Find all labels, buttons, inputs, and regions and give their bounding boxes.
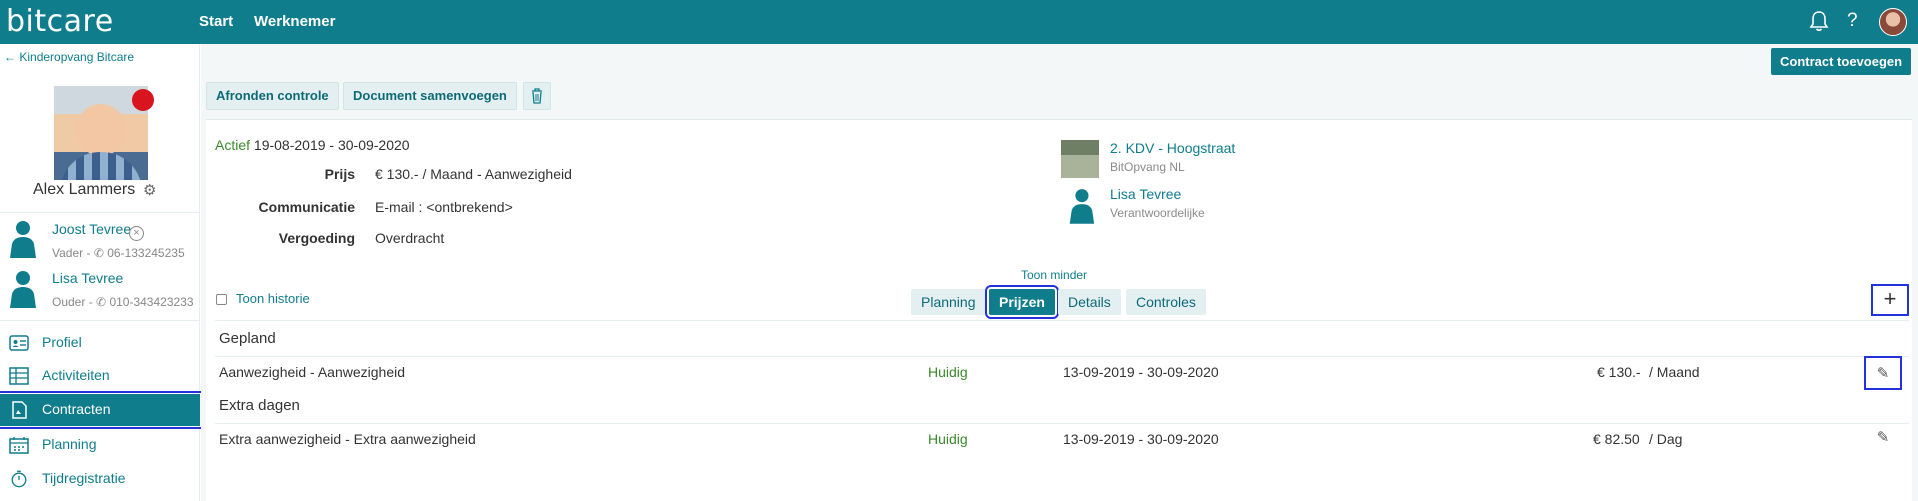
price-period: 13-09-2019 - 30-09-2020 xyxy=(1063,431,1219,447)
merge-documents-button[interactable]: Document samenvoegen xyxy=(343,82,517,110)
pencil-icon: ✎ xyxy=(1876,429,1890,446)
field-label: Prijs xyxy=(324,166,355,182)
sidebar-item-activiteiten[interactable]: Activiteiten xyxy=(0,360,200,392)
sidebar-item-tijdregistratie[interactable]: Tijdregistratie xyxy=(0,463,200,495)
user-avatar[interactable] xyxy=(1879,8,1907,36)
parent-role: Ouder xyxy=(52,295,86,309)
add-contract-button[interactable]: Contract toevoegen xyxy=(1771,48,1912,75)
sidebar-item-profiel[interactable]: Profiel xyxy=(0,327,200,359)
divider xyxy=(0,320,200,321)
person-icon xyxy=(1069,189,1095,224)
parent-name[interactable]: Joost Tevree xyxy=(52,221,131,237)
section-title: Gepland xyxy=(219,330,276,347)
field-label: Communicatie xyxy=(258,199,355,215)
field-label: Vergoeding xyxy=(278,230,355,246)
parent-info: Ouder - ✆ 010-343423233 xyxy=(52,295,194,309)
stopwatch-icon xyxy=(11,470,27,488)
back-link-label: Kinderopvang Bitcare xyxy=(19,50,135,64)
field-value: E-mail : <ontbrekend> xyxy=(375,199,513,215)
responsible-name[interactable]: Lisa Tevree xyxy=(1110,186,1181,202)
arrow-left-icon: ← xyxy=(4,50,16,64)
contract-status-line: Actief 19-08-2019 - 30-09-2020 xyxy=(215,137,410,153)
price-status: Huidig xyxy=(928,431,968,447)
edit-button[interactable]: ✎ xyxy=(1864,422,1902,456)
sidebar-item-label: Activiteiten xyxy=(42,367,110,383)
field-value: € 130.- / Maand - Aanwezigheid xyxy=(375,166,572,182)
tab-details[interactable]: Details xyxy=(1058,289,1121,315)
gear-icon[interactable]: ⚙ xyxy=(143,181,156,199)
history-checkbox[interactable] xyxy=(216,294,227,305)
parent-phone[interactable]: 010-343423233 xyxy=(109,295,193,309)
history-label[interactable]: Toon historie xyxy=(236,291,310,306)
field-value: Overdracht xyxy=(375,230,445,246)
responsible-role: Verantwoordelijke xyxy=(1110,206,1205,220)
parent-phone[interactable]: 06-133245235 xyxy=(107,246,184,260)
location-photo xyxy=(1061,140,1099,178)
price-period: 13-09-2019 - 30-09-2020 xyxy=(1063,364,1219,380)
child-name: Alex Lammers xyxy=(33,181,136,198)
price-amount: € 82.50 xyxy=(1593,431,1640,447)
sidebar-item-label: Contracten xyxy=(42,401,111,417)
price-amount: € 130.- xyxy=(1597,364,1641,380)
section-title: Extra dagen xyxy=(219,397,300,414)
person-icon xyxy=(10,221,36,258)
price-status: Huidig xyxy=(928,364,968,380)
pencil-icon: ✎ xyxy=(1876,365,1890,382)
tab-prijzen[interactable]: Prijzen xyxy=(985,285,1059,319)
tab-planning[interactable]: Planning xyxy=(911,289,986,315)
remove-icon[interactable]: × xyxy=(129,226,144,241)
phone-icon: ✆ xyxy=(93,246,104,260)
trash-icon xyxy=(532,88,542,104)
sidebar-item-label: Planning xyxy=(42,436,97,452)
price-name: Extra aanwezigheid - Extra aanwezigheid xyxy=(219,431,476,447)
status-indicator xyxy=(132,89,154,111)
plus-icon: + xyxy=(1883,286,1897,311)
sidebar-item-planning[interactable]: Planning xyxy=(0,429,200,461)
show-less-link[interactable]: Toon minder xyxy=(1021,268,1087,282)
price-unit: / Maand xyxy=(1649,364,1700,380)
add-price-button[interactable]: + xyxy=(1871,284,1909,316)
document-icon xyxy=(12,401,27,419)
divider xyxy=(215,356,1909,357)
divider xyxy=(215,423,1909,424)
parent-name[interactable]: Lisa Tevree xyxy=(52,270,123,286)
divider xyxy=(0,212,200,213)
sidebar: ← Kinderopvang Bitcare Alex Lammers ⚙ Jo… xyxy=(0,44,203,501)
id-card-icon xyxy=(9,335,29,351)
edit-button[interactable]: ✎ xyxy=(1864,356,1902,390)
top-bar: bitcare Start Werknemer ? xyxy=(0,0,1918,44)
back-link[interactable]: ← Kinderopvang Bitcare xyxy=(4,50,134,64)
sidebar-item-label: Profiel xyxy=(42,334,82,350)
nav-werknemer[interactable]: Werknemer xyxy=(254,13,335,30)
person-icon xyxy=(10,271,36,308)
parent-info: Vader - ✆ 06-133245235 xyxy=(52,246,185,260)
price-name: Aanwezigheid - Aanwezigheid xyxy=(219,364,406,380)
sidebar-item-label: Tijdregistratie xyxy=(42,470,126,486)
delete-button[interactable] xyxy=(523,82,551,110)
table-icon xyxy=(9,367,29,385)
help-icon[interactable]: ? xyxy=(1847,10,1858,32)
price-unit: / Dag xyxy=(1649,431,1683,447)
contract-period: 19-08-2019 - 30-09-2020 xyxy=(253,137,410,153)
tab-controles[interactable]: Controles xyxy=(1126,289,1206,315)
phone-icon: ✆ xyxy=(96,295,107,309)
parent-role: Vader xyxy=(52,246,84,260)
contract-status: Actief xyxy=(215,137,251,153)
nav-start[interactable]: Start xyxy=(199,13,233,30)
location-org: BitOpvang NL xyxy=(1110,160,1185,174)
bell-icon[interactable] xyxy=(1809,10,1829,35)
finish-check-button[interactable]: Afronden controle xyxy=(206,82,339,110)
divider xyxy=(215,320,1909,321)
logo[interactable]: bitcare xyxy=(6,4,114,39)
location-name[interactable]: 2. KDV - Hoogstraat xyxy=(1110,140,1235,156)
calendar-icon xyxy=(9,437,29,454)
sidebar-item-contracten[interactable]: Contracten xyxy=(0,391,203,429)
